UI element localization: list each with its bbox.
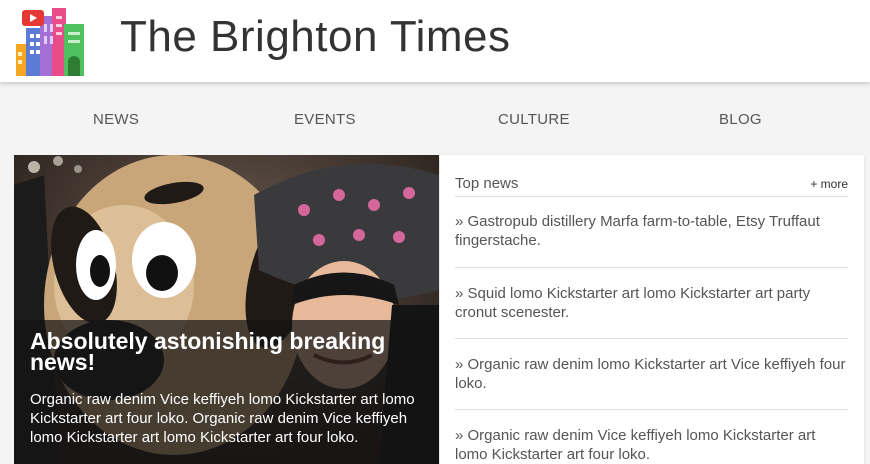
top-news-item[interactable]: » Squid lomo Kickstarter art lomo Kickst…: [455, 284, 848, 322]
hero-summary: Organic raw denim Vice keffiyeh lomo Kic…: [30, 391, 415, 446]
top-news-panel: Top news + more » Gastropub distillery M…: [440, 155, 864, 464]
site-header: The Brighton Times: [0, 0, 870, 82]
hero-story[interactable]: Absolutely astonishing breaking news! Or…: [14, 155, 439, 464]
top-news-header: Top news + more: [455, 175, 848, 197]
nav-item-blog[interactable]: BLOG: [719, 111, 762, 128]
hero-headline[interactable]: Absolutely astonishing breaking news!: [30, 330, 425, 374]
divider: [455, 338, 848, 339]
main-nav: NEWS EVENTS CULTURE BLOG: [0, 84, 870, 154]
site-title[interactable]: The Brighton Times: [120, 12, 511, 62]
top-news-item[interactable]: » Organic raw denim Vice keffiyeh lomo K…: [455, 426, 848, 464]
divider: [455, 409, 848, 410]
more-news-link[interactable]: + more: [810, 177, 848, 191]
top-news-item[interactable]: » Organic raw denim lomo Kickstarter art…: [455, 355, 848, 393]
top-news-title: Top news: [455, 175, 519, 192]
nav-item-events[interactable]: EVENTS: [294, 111, 356, 128]
top-news-item[interactable]: » Gastropub distillery Marfa farm-to-tab…: [455, 212, 848, 250]
divider: [455, 267, 848, 268]
nav-item-culture[interactable]: CULTURE: [498, 111, 570, 128]
city-buildings-logo-icon[interactable]: [14, 6, 86, 76]
nav-item-news[interactable]: NEWS: [93, 111, 139, 128]
